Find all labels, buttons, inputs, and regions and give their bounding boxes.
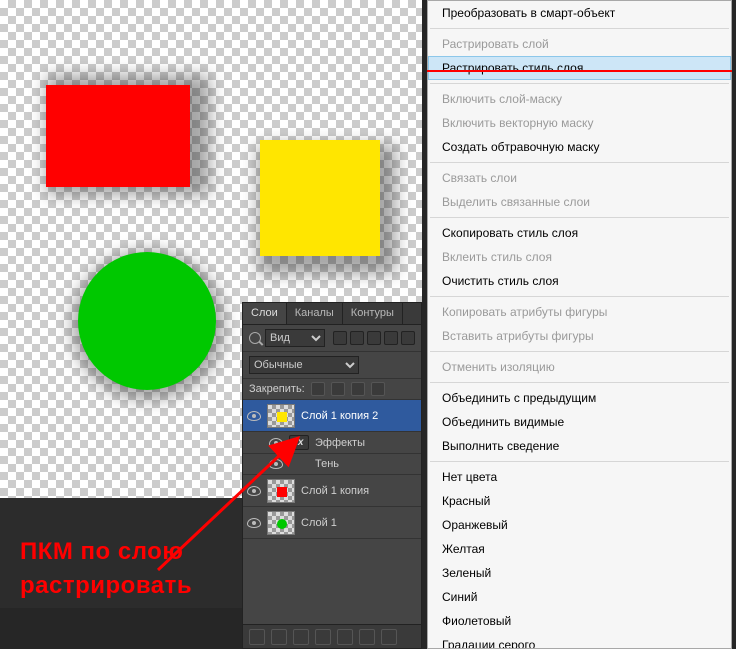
layer-name[interactable]: Слой 1 копия bbox=[301, 485, 417, 497]
filter-chip-1[interactable] bbox=[333, 331, 347, 345]
layers-panel: Слои Каналы Контуры Вид Обычные Закрепит… bbox=[242, 302, 422, 649]
menu-item[interactable]: Объединить видимые bbox=[428, 410, 731, 434]
fx-add-icon[interactable] bbox=[271, 629, 287, 645]
layer-name[interactable]: Слой 1 bbox=[301, 517, 417, 529]
menu-separator bbox=[430, 217, 729, 218]
filter-type-select[interactable]: Вид bbox=[265, 329, 325, 347]
fx-effects-label: Эффекты bbox=[315, 437, 417, 449]
filter-chip-4[interactable] bbox=[384, 331, 398, 345]
layer-row-1[interactable]: Слой 1 копия 2 bbox=[243, 400, 421, 432]
layer-thumbnail[interactable] bbox=[267, 479, 295, 503]
layers-panel-footer bbox=[243, 624, 421, 648]
panel-tabs: Слои Каналы Контуры bbox=[243, 303, 421, 325]
menu-item[interactable]: Создать обтравочную маску bbox=[428, 135, 731, 159]
adjustment-add-icon[interactable] bbox=[315, 629, 331, 645]
mask-add-icon[interactable] bbox=[293, 629, 309, 645]
layer-new-icon[interactable] bbox=[359, 629, 375, 645]
trash-icon[interactable] bbox=[381, 629, 397, 645]
search-icon[interactable] bbox=[249, 332, 261, 344]
visibility-toggle-icon[interactable] bbox=[247, 484, 261, 498]
menu-item[interactable]: Синий bbox=[428, 585, 731, 609]
lock-move-icon[interactable] bbox=[351, 382, 365, 396]
menu-item[interactable]: Зеленый bbox=[428, 561, 731, 585]
layer-thumbnail[interactable] bbox=[267, 404, 295, 428]
menu-item[interactable]: Выполнить сведение bbox=[428, 434, 731, 458]
layer-row-3[interactable]: Слой 1 bbox=[243, 507, 421, 539]
menu-separator bbox=[430, 296, 729, 297]
menu-item[interactable]: Растрировать стиль слоя bbox=[428, 56, 731, 80]
menu-item[interactable]: Скопировать стиль слоя bbox=[428, 221, 731, 245]
tab-channels[interactable]: Каналы bbox=[287, 303, 343, 324]
menu-item[interactable]: Преобразовать в смарт-объект bbox=[428, 1, 731, 25]
yellow-rectangle bbox=[260, 140, 380, 256]
group-new-icon[interactable] bbox=[337, 629, 353, 645]
menu-separator bbox=[430, 351, 729, 352]
lock-transparency-icon[interactable] bbox=[311, 382, 325, 396]
layer-thumbnail[interactable] bbox=[267, 511, 295, 535]
fx-icon: fx bbox=[289, 435, 309, 450]
red-rectangle bbox=[46, 85, 190, 187]
menu-item: Вставить атрибуты фигуры bbox=[428, 324, 731, 348]
layer-name[interactable]: Слой 1 копия 2 bbox=[301, 410, 417, 422]
layer-row-2[interactable]: Слой 1 копия bbox=[243, 475, 421, 507]
visibility-toggle-icon[interactable] bbox=[269, 457, 283, 471]
menu-item[interactable]: Красный bbox=[428, 489, 731, 513]
lock-brush-icon[interactable] bbox=[331, 382, 345, 396]
link-layers-icon[interactable] bbox=[249, 629, 265, 645]
visibility-toggle-icon[interactable] bbox=[247, 516, 261, 530]
menu-item: Выделить связанные слои bbox=[428, 190, 731, 214]
menu-item: Копировать атрибуты фигуры bbox=[428, 300, 731, 324]
blend-mode-select[interactable]: Обычные bbox=[249, 356, 359, 374]
annotation-red-underline bbox=[427, 70, 732, 72]
tab-paths[interactable]: Контуры bbox=[343, 303, 403, 324]
visibility-toggle-icon[interactable] bbox=[247, 409, 261, 423]
menu-item: Растрировать слой bbox=[428, 32, 731, 56]
menu-item: Отменить изоляцию bbox=[428, 355, 731, 379]
menu-item[interactable]: Объединить с предыдущим bbox=[428, 386, 731, 410]
menu-item[interactable]: Фиолетовый bbox=[428, 609, 731, 633]
menu-separator bbox=[430, 382, 729, 383]
menu-item[interactable]: Градации серого bbox=[428, 633, 731, 649]
menu-item: Связать слои bbox=[428, 166, 731, 190]
layer-filter-row: Вид bbox=[243, 325, 421, 352]
menu-separator bbox=[430, 83, 729, 84]
menu-item[interactable]: Нет цвета bbox=[428, 465, 731, 489]
fx-shadow-label: Тень bbox=[315, 458, 417, 470]
layer-fx-row[interactable]: fx Эффекты bbox=[243, 432, 421, 454]
menu-item[interactable]: Очистить стиль слоя bbox=[428, 269, 731, 293]
menu-item: Включить слой-маску bbox=[428, 87, 731, 111]
menu-item[interactable]: Оранжевый bbox=[428, 513, 731, 537]
green-circle bbox=[78, 252, 216, 390]
visibility-toggle-icon[interactable] bbox=[269, 436, 283, 450]
lock-all-icon[interactable] bbox=[371, 382, 385, 396]
menu-separator bbox=[430, 461, 729, 462]
filter-chip-2[interactable] bbox=[350, 331, 364, 345]
menu-item: Включить векторную маску bbox=[428, 111, 731, 135]
annotation-line2: растрировать bbox=[20, 572, 192, 600]
blend-mode-row: Обычные bbox=[243, 352, 421, 379]
tab-layers[interactable]: Слои bbox=[243, 303, 287, 324]
menu-item: Вклеить стиль слоя bbox=[428, 245, 731, 269]
context-menu: Преобразовать в смарт-объект Растрировать… bbox=[427, 0, 732, 649]
menu-separator bbox=[430, 28, 729, 29]
lock-row: Закрепить: bbox=[243, 379, 421, 400]
filter-chip-5[interactable] bbox=[401, 331, 415, 345]
layer-fx-shadow-row[interactable]: Тень bbox=[243, 454, 421, 475]
filter-chip-3[interactable] bbox=[367, 331, 381, 345]
menu-separator bbox=[430, 162, 729, 163]
lock-label: Закрепить: bbox=[249, 383, 305, 395]
menu-item[interactable]: Желтая bbox=[428, 537, 731, 561]
annotation-line1: ПКМ по слою bbox=[20, 538, 183, 566]
